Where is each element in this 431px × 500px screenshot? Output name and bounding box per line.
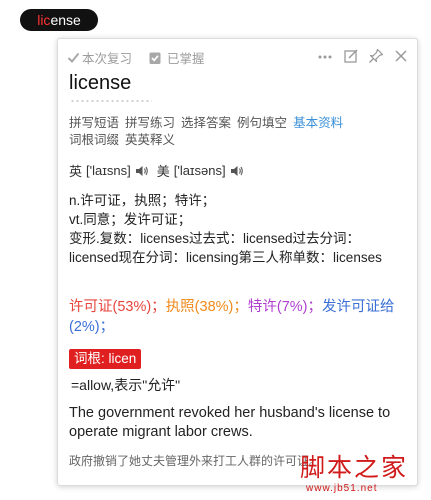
selected-word-pill: lic ense: [20, 9, 98, 31]
popup-toolbar: 本次复习 已掌握: [58, 39, 417, 73]
definition-line: 变形.复数：licenses过去式：licensed过去分词：licensed现…: [69, 231, 382, 265]
pin-icon[interactable]: [368, 48, 384, 64]
check-icon: [67, 52, 80, 63]
more-icon[interactable]: [317, 48, 333, 64]
review-button[interactable]: 本次复习: [67, 48, 132, 67]
headword: license: [69, 72, 132, 94]
example-sentence-zh: 政府撤销了她丈夫管理外来打工人群的许可证。: [69, 454, 322, 468]
definitions: n.许可证，执照；特许； vt.同意；发许可证； 变形.复数：licenses过…: [69, 191, 409, 267]
section-menu: 拼写短语 拼写练习 选择答案 例句填空 基本资料词根词缀 英英释义: [69, 115, 409, 149]
us-phonetic: ['laɪsəns]: [173, 163, 226, 178]
frequency-item: 特许(7%)；: [247, 299, 322, 315]
menu-item[interactable]: 例句填空: [237, 116, 287, 130]
site-watermark: 脚本之家 www.jb51.net: [300, 448, 430, 498]
definition-line: n.许可证，执照；特许；: [69, 193, 216, 208]
menu-item[interactable]: 英英释义: [125, 133, 175, 147]
menu-item[interactable]: 词根词缀: [69, 133, 119, 147]
menu-item[interactable]: 拼写短语: [69, 116, 119, 130]
root-meaning: =allow,表示"允许": [71, 377, 181, 393]
us-label: 美: [156, 164, 170, 179]
word-prefix: lic: [37, 12, 51, 28]
watermark-url: www.jb51.net: [306, 483, 378, 494]
dictionary-popup: 本次复习 已掌握 license 拼写短语 拼写练习 选择答案 例句填空 基本资料词根词…: [57, 38, 418, 486]
speaker-icon-us[interactable]: [230, 165, 244, 177]
watermark-cn: 脚本之家: [300, 453, 409, 482]
definition-line: vt.同意；发许可证；: [69, 212, 192, 227]
dotted-divider: [70, 100, 152, 102]
meaning-frequencies: 许可证(53%)；执照(38%)；特许(7%)；发许可证给(2%)；: [69, 297, 409, 337]
mastered-button[interactable]: 已掌握: [148, 48, 205, 67]
menu-item[interactable]: 选择答案: [181, 116, 231, 130]
root-badge: 词根: licen: [69, 349, 142, 369]
phonetics-row: 英 ['laɪsns] 美 ['laɪsəns]: [69, 161, 252, 180]
example-sentence-en: The government revoked her husband's lic…: [69, 405, 391, 440]
review-label: 本次复习: [82, 52, 133, 66]
uk-phonetic: ['laɪsns]: [86, 163, 131, 178]
word-rest: ense: [50, 12, 81, 28]
edit-icon[interactable]: [343, 48, 359, 64]
clipboard-check-icon: [149, 52, 161, 64]
frequency-item: 许可证(53%)；: [69, 299, 166, 315]
frequency-item: 执照(38%)；: [165, 299, 248, 315]
menu-item[interactable]: 拼写练习: [125, 116, 175, 130]
uk-label: 英: [69, 164, 83, 179]
menu-item[interactable]: 基本资料: [293, 116, 343, 130]
mastered-label: 已掌握: [167, 52, 205, 66]
speaker-icon-uk[interactable]: [135, 165, 149, 177]
close-icon[interactable]: [393, 48, 409, 64]
